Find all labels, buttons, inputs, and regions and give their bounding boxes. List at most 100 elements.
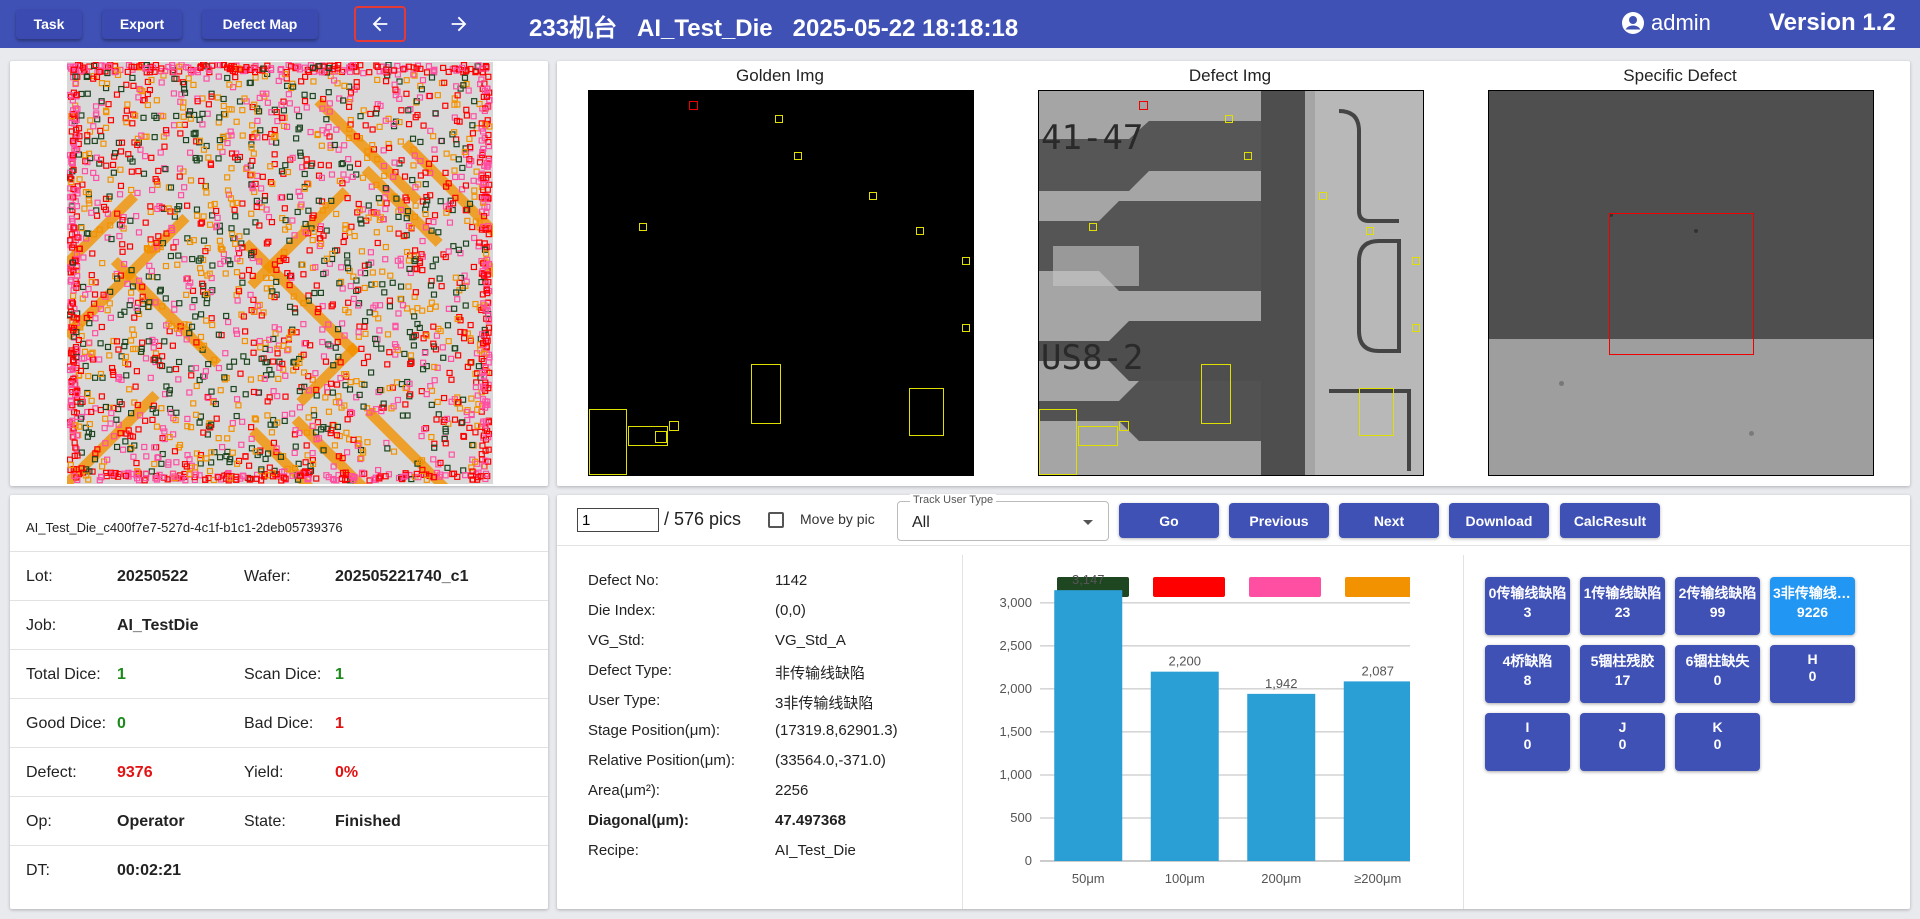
category-name: 6锢柱缺失 bbox=[1685, 653, 1750, 669]
dt-label: DT: bbox=[26, 862, 50, 879]
arrow-right-icon bbox=[451, 16, 467, 32]
detail-value: 2256 bbox=[775, 782, 809, 799]
download-button[interactable]: Download bbox=[1449, 503, 1549, 538]
category-name: J bbox=[1618, 719, 1627, 735]
good-dice-label: Good Dice: bbox=[26, 715, 107, 732]
bar-value-label: 3,147 bbox=[1072, 572, 1105, 587]
x-tick-label: 50μm bbox=[1072, 871, 1105, 886]
previous-button[interactable]: Previous bbox=[1229, 503, 1329, 538]
username: admin bbox=[1651, 10, 1711, 35]
defect-category-button[interactable]: 3非传输线缺陷 9226 bbox=[1770, 577, 1855, 635]
y-tick-label: 0 bbox=[1025, 853, 1032, 868]
info-row-job: Job: AI_TestDie bbox=[10, 600, 548, 649]
page-title: 233机台 AI_Test_Die 2025-05-22 18:18:18 bbox=[529, 15, 1019, 42]
y-tick-label: 500 bbox=[1010, 810, 1032, 825]
category-name: K bbox=[1712, 719, 1723, 735]
version-label: Version 1.2 bbox=[1769, 9, 1896, 36]
defect-category-button[interactable]: 1传输线缺陷 23 bbox=[1580, 577, 1665, 635]
page-number-input[interactable] bbox=[577, 508, 659, 532]
category-count: 9226 bbox=[1796, 604, 1829, 620]
detail-label: Defect Type: bbox=[588, 662, 672, 679]
yield-value: 0% bbox=[335, 764, 359, 781]
track-user-type-select[interactable]: Track User Type All bbox=[897, 494, 1109, 541]
forward-button[interactable] bbox=[433, 6, 485, 42]
move-by-pic-checkbox[interactable] bbox=[768, 512, 784, 528]
calc-result-button[interactable]: CalcResult bbox=[1560, 503, 1660, 538]
defect-category-button[interactable]: 2传输线缺陷 99 bbox=[1675, 577, 1760, 635]
defect-category-button[interactable]: 5锢柱残胶 17 bbox=[1580, 645, 1665, 703]
category-count: 3 bbox=[1523, 604, 1532, 620]
defect-category-button[interactable]: 6锢柱缺失 0 bbox=[1675, 645, 1760, 703]
bad-dice-value: 1 bbox=[335, 715, 344, 732]
defect-image[interactable]: 41-47 US8-2 bbox=[1038, 90, 1424, 476]
go-button[interactable]: Go bbox=[1119, 503, 1219, 538]
user-menu[interactable]: admin bbox=[1621, 10, 1711, 36]
defect-category-button[interactable]: J0 bbox=[1580, 713, 1665, 771]
detail-value: 1142 bbox=[775, 572, 808, 589]
detail-label: Diagonal(μm): bbox=[588, 812, 689, 829]
state-label: State: bbox=[244, 813, 286, 830]
detail-label: VG_Std: bbox=[588, 632, 645, 649]
bad-dice-label: Bad Dice: bbox=[244, 715, 314, 732]
wafer-value: 202505221740_c1 bbox=[335, 568, 469, 585]
back-button[interactable] bbox=[354, 6, 406, 42]
specific-defect-image[interactable] bbox=[1488, 90, 1874, 476]
defect-marker bbox=[589, 409, 627, 475]
detail-label: Area(μm²): bbox=[588, 782, 660, 799]
defect-marker bbox=[1412, 257, 1420, 265]
op-label: Op: bbox=[26, 813, 52, 830]
defect-category-button[interactable]: I0 bbox=[1485, 713, 1570, 771]
y-tick-label: 2,500 bbox=[999, 638, 1032, 653]
defect-category-button[interactable]: K0 bbox=[1675, 713, 1760, 771]
top-app-bar: Task Export Defect Map 233机台 AI_Test_Die… bbox=[0, 0, 1920, 48]
detail-label: User Type: bbox=[588, 692, 661, 709]
defect-map-button[interactable]: Defect Map bbox=[202, 9, 318, 39]
detail-value: 3非传输线缺陷 bbox=[775, 695, 874, 712]
defect-marker bbox=[1089, 223, 1097, 231]
info-row-good-bad: Good Dice: 0 Bad Dice: 1 bbox=[10, 698, 548, 747]
defect-category-button[interactable]: 0传输线缺陷 3 bbox=[1485, 577, 1570, 635]
job-label: Job: bbox=[26, 617, 57, 634]
next-button[interactable]: Next bbox=[1339, 503, 1439, 538]
defect-value: 9376 bbox=[117, 764, 153, 781]
scan-dice-label: Scan Dice: bbox=[244, 666, 322, 683]
legend-swatch bbox=[1153, 577, 1225, 597]
pics-total: / 576 pics bbox=[664, 509, 742, 529]
scan-dice-value: 1 bbox=[335, 666, 344, 683]
defect-marker bbox=[669, 421, 679, 431]
track-user-type-label: Track User Type bbox=[910, 494, 997, 506]
category-name: 1传输线缺陷 bbox=[1583, 585, 1662, 601]
detail-value: AI_Test_Die bbox=[775, 842, 856, 859]
defect-marker bbox=[689, 101, 698, 110]
detail-value: (33564.0,-371.0) bbox=[775, 752, 886, 769]
category-name: H bbox=[1807, 651, 1818, 667]
detail-label: Relative Position(μm): bbox=[588, 752, 736, 769]
category-count: 0 bbox=[1713, 672, 1722, 688]
divider bbox=[962, 555, 963, 909]
defect-marker bbox=[1225, 115, 1233, 123]
defect-marker bbox=[655, 431, 667, 443]
defect-marker bbox=[962, 257, 970, 265]
bar-value-label: 2,200 bbox=[1168, 654, 1201, 669]
defect-category-button[interactable]: 4桥缺陷 8 bbox=[1485, 645, 1570, 703]
y-tick-label: 1,500 bbox=[999, 724, 1032, 739]
defect-category-button[interactable]: H0 bbox=[1770, 645, 1855, 703]
defect-map-card bbox=[10, 61, 548, 486]
golden-image[interactable] bbox=[588, 90, 974, 476]
defect-marker bbox=[1366, 227, 1374, 235]
x-tick-label: ≥200μm bbox=[1354, 871, 1401, 886]
category-count: 23 bbox=[1614, 604, 1631, 620]
defect-marker bbox=[916, 227, 924, 235]
export-button[interactable]: Export bbox=[102, 9, 182, 39]
defect-map-canvas[interactable] bbox=[67, 62, 493, 484]
task-button[interactable]: Task bbox=[16, 9, 82, 39]
golden-img-title: Golden Img bbox=[736, 66, 824, 85]
defect-marker bbox=[1039, 409, 1077, 475]
detail-value: VG_Std_A bbox=[775, 632, 846, 649]
category-count: 99 bbox=[1709, 604, 1726, 620]
lot-value: 20250522 bbox=[117, 568, 189, 585]
arrow-left-icon bbox=[372, 16, 388, 32]
info-row-dt: DT: 00:02:21 bbox=[10, 845, 548, 894]
category-name: 4桥缺陷 bbox=[1502, 653, 1553, 669]
die-label-1: 41-47 bbox=[1041, 118, 1143, 158]
